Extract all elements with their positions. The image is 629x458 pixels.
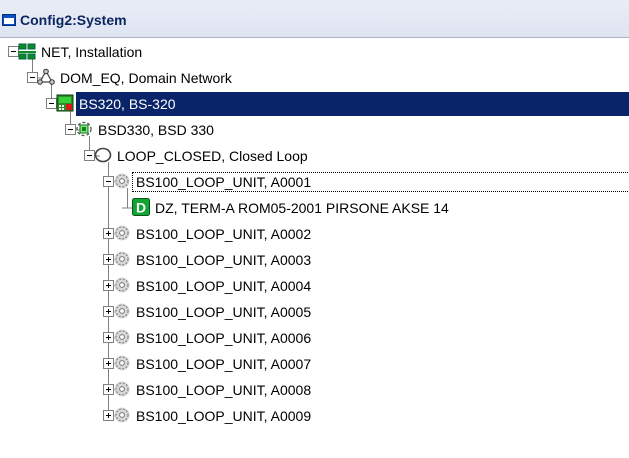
- detection-zone-icon: D: [132, 198, 150, 216]
- tree-node[interactable]: NET, Installation: [0, 40, 629, 64]
- tree-node-label[interactable]: DZ, TERM-A ROM05-2001 PIRSONE AKSE 14: [152, 199, 452, 217]
- tree-node-label[interactable]: BS100_LOOP_UNIT, A0001: [132, 172, 629, 192]
- loop-unit-icon: [113, 172, 131, 190]
- window-title: Config2:System: [20, 12, 127, 28]
- tree-node[interactable]: BS100_LOOP_UNIT, A0009: [0, 404, 629, 428]
- loop-unit-icon: [113, 380, 131, 398]
- window-icon: [2, 14, 16, 26]
- tree-node-label[interactable]: BS100_LOOP_UNIT, A0009: [133, 407, 314, 425]
- tree-node[interactable]: BS100_LOOP_UNIT, A0003: [0, 248, 629, 272]
- loop-unit-icon: [113, 328, 131, 346]
- tree-node[interactable]: D DZ, TERM-A ROM05-2001 PIRSONE AKSE 14: [0, 196, 629, 220]
- tree-node[interactable]: BS100_LOOP_UNIT, A0004: [0, 274, 629, 298]
- tree-node-label[interactable]: DOM_EQ, Domain Network: [57, 69, 235, 87]
- tree-node[interactable]: BS100_LOOP_UNIT, A0002: [0, 222, 629, 246]
- tree-node[interactable]: BS100_LOOP_UNIT, A0007: [0, 352, 629, 376]
- tree-node[interactable]: BS100_LOOP_UNIT, A0005: [0, 300, 629, 324]
- loop-unit-icon: [113, 354, 131, 372]
- tree-node-label[interactable]: NET, Installation: [38, 43, 145, 61]
- tree-node[interactable]: DOM_EQ, Domain Network: [0, 66, 629, 90]
- tree-node[interactable]: LOOP_CLOSED, Closed Loop: [0, 144, 629, 168]
- tree-node-label[interactable]: BS100_LOOP_UNIT, A0007: [133, 355, 314, 373]
- tree-node-label[interactable]: BS100_LOOP_UNIT, A0006: [133, 329, 314, 347]
- domain-network-icon: [37, 68, 55, 86]
- loop-unit-icon: [113, 302, 131, 320]
- loop-unit-icon: [113, 406, 131, 424]
- tree-node-label[interactable]: BS320, BS-320: [76, 95, 179, 113]
- system-tree[interactable]: NET, Installation DOM_EQ, Domain Network B…: [0, 38, 629, 458]
- tree-node-label[interactable]: BS100_LOOP_UNIT, A0005: [133, 303, 314, 321]
- loop-unit-icon: [113, 224, 131, 242]
- tree-node[interactable]: BSD330, BSD 330: [0, 118, 629, 142]
- tree-node[interactable]: BS100_LOOP_UNIT, A0006: [0, 326, 629, 350]
- tree-node[interactable]: BS100_LOOP_UNIT, A0001: [0, 170, 629, 194]
- loop-unit-icon: [113, 276, 131, 294]
- title-bar[interactable]: Config2:System: [0, 0, 629, 38]
- loop-driver-icon: [75, 120, 93, 138]
- closed-loop-icon: [94, 146, 112, 164]
- tree-node-label[interactable]: BS100_LOOP_UNIT, A0004: [133, 277, 314, 295]
- loop-unit-icon: [113, 250, 131, 268]
- tree-node-label[interactable]: LOOP_CLOSED, Closed Loop: [114, 147, 311, 165]
- tree-node-label[interactable]: BS100_LOOP_UNIT, A0002: [133, 225, 314, 243]
- tree-node-label[interactable]: BSD330, BSD 330: [95, 121, 217, 139]
- tree-node-label[interactable]: BS100_LOOP_UNIT, A0008: [133, 381, 314, 399]
- tree-node[interactable]: BS100_LOOP_UNIT, A0008: [0, 378, 629, 402]
- tree-node-label[interactable]: BS100_LOOP_UNIT, A0003: [133, 251, 314, 269]
- svg-text:D: D: [136, 200, 146, 216]
- controller-icon: [56, 94, 74, 112]
- network-icon: [18, 42, 36, 60]
- tree-node[interactable]: BS320, BS-320: [0, 92, 629, 116]
